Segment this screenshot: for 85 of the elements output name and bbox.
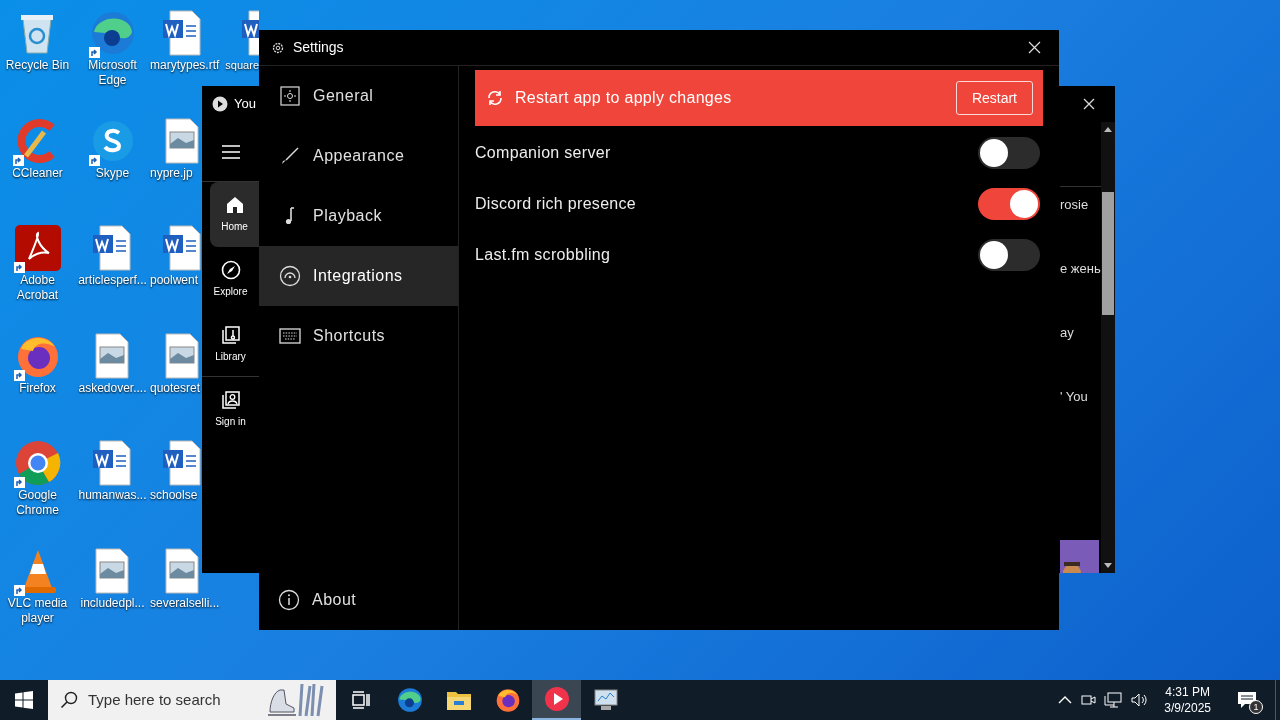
- scroll-up-icon[interactable]: [1104, 126, 1112, 132]
- shortcut-label[interactable]: severalselli...: [150, 595, 220, 611]
- option-label: Last.fm scrobbling: [475, 244, 612, 265]
- toggle-switch[interactable]: [978, 136, 1040, 169]
- shortcut-label[interactable]: nypre.jp: [150, 165, 193, 181]
- keyboard-icon: [279, 328, 301, 344]
- taskbar-app[interactable]: [532, 680, 581, 720]
- toggle-switch[interactable]: [978, 187, 1040, 220]
- shortcut-label[interactable]: poolwent: [150, 273, 199, 288]
- camera-icon[interactable]: [1080, 692, 1097, 708]
- task-view-icon: [350, 690, 371, 710]
- word-document-icon[interactable]: [162, 8, 202, 58]
- edge-icon: [396, 687, 423, 713]
- song-title: е жень: [1060, 260, 1101, 278]
- refresh-icon: [485, 88, 505, 108]
- compass-icon: [220, 260, 241, 280]
- scrollbar-thumb[interactable]: [1102, 192, 1114, 315]
- scroll-down-icon[interactable]: [1104, 563, 1112, 569]
- brush-icon: [280, 146, 300, 166]
- home-icon: [224, 195, 245, 215]
- search-icon: [60, 691, 78, 709]
- image-file-icon[interactable]: [162, 545, 202, 596]
- sidebar-item[interactable]: General: [259, 66, 458, 126]
- notification-count: 1: [1249, 700, 1263, 714]
- account-icon: [220, 390, 241, 410]
- shortcut-label[interactable]: Adobe Acrobat: [0, 273, 75, 303]
- shortcut-label[interactable]: quotesret: [150, 380, 201, 396]
- search-input[interactable]: Type here to search: [88, 688, 256, 712]
- shortcut-label[interactable]: square: [225, 58, 259, 73]
- option-label: Discord rich presence: [475, 193, 638, 214]
- info-icon: [278, 589, 300, 611]
- nav-item[interactable]: Explore: [202, 247, 259, 312]
- windows-logo-icon: [15, 691, 33, 709]
- song-title: ay: [1060, 324, 1075, 342]
- toggle-switch[interactable]: [978, 238, 1040, 271]
- sidebar-item[interactable]: Playback: [259, 186, 458, 246]
- play-icon: [543, 686, 570, 712]
- acrobat-icon[interactable]: [13, 223, 62, 273]
- shortcut-label[interactable]: Firefox: [19, 380, 56, 396]
- close-icon[interactable]: [1083, 98, 1095, 110]
- word-document-icon[interactable]: [162, 223, 202, 273]
- shortcut-label[interactable]: CCleaner: [12, 165, 63, 181]
- banner-message: Restart app to apply changes: [515, 88, 733, 108]
- scrollbar[interactable]: [1101, 122, 1115, 573]
- image-file-icon[interactable]: [162, 330, 202, 381]
- about-item[interactable]: About: [259, 572, 458, 628]
- shortcut-label[interactable]: humanwas...: [78, 488, 147, 503]
- library-icon: [220, 324, 241, 345]
- broadcast-icon: [279, 265, 301, 287]
- clock[interactable]: 4:31 PM 3/9/2025: [1156, 684, 1219, 716]
- restart-button[interactable]: Restart: [955, 81, 1033, 115]
- song-title: rosie: [1060, 196, 1090, 214]
- window-title: You: [234, 95, 256, 114]
- chrome-icon[interactable]: [13, 438, 62, 488]
- shortcut-label[interactable]: marytypes.rtf: [150, 58, 220, 73]
- sidebar-item[interactable]: Shortcuts: [259, 306, 458, 366]
- shortcut-label[interactable]: articlesperf...: [78, 273, 147, 288]
- song-title: ' You: [1060, 388, 1089, 406]
- chevron-up-icon[interactable]: [1058, 695, 1073, 705]
- shortcut-label[interactable]: Skype: [95, 165, 130, 181]
- shortcut-label[interactable]: includedpl...: [80, 595, 145, 611]
- folder-icon: [445, 689, 472, 711]
- search-field[interactable]: Type here to search: [48, 680, 336, 720]
- play-logo-icon: [212, 96, 228, 112]
- firefox-icon: [494, 687, 521, 713]
- close-icon[interactable]: [1028, 41, 1041, 54]
- nav-item[interactable]: Home: [210, 182, 259, 247]
- gear-icon: [271, 40, 285, 55]
- shortcut-label[interactable]: Recycle Bin: [5, 58, 70, 73]
- sidebar-item[interactable]: Appearance: [259, 126, 458, 186]
- shortcut-label[interactable]: VLC media player: [0, 595, 75, 626]
- sun-icon: [280, 86, 300, 106]
- image-file-icon[interactable]: [162, 115, 202, 166]
- shortcut-label[interactable]: Google Chrome: [0, 488, 75, 518]
- option-label: Companion server: [475, 142, 612, 163]
- window-title: Settings: [293, 38, 344, 57]
- network-icon[interactable]: [1104, 692, 1123, 708]
- word-document-icon[interactable]: [162, 438, 202, 488]
- monitor-icon: [592, 688, 619, 712]
- shortcut-label[interactable]: schoolse: [150, 488, 198, 503]
- sidebar-item[interactable]: Integrations: [259, 246, 458, 306]
- speaker-icon[interactable]: [1130, 692, 1149, 708]
- shortcut-label[interactable]: Microsoft Edge: [75, 58, 150, 88]
- shortcut-label[interactable]: askedover....: [78, 380, 147, 396]
- nav-item[interactable]: Sign in: [202, 377, 259, 442]
